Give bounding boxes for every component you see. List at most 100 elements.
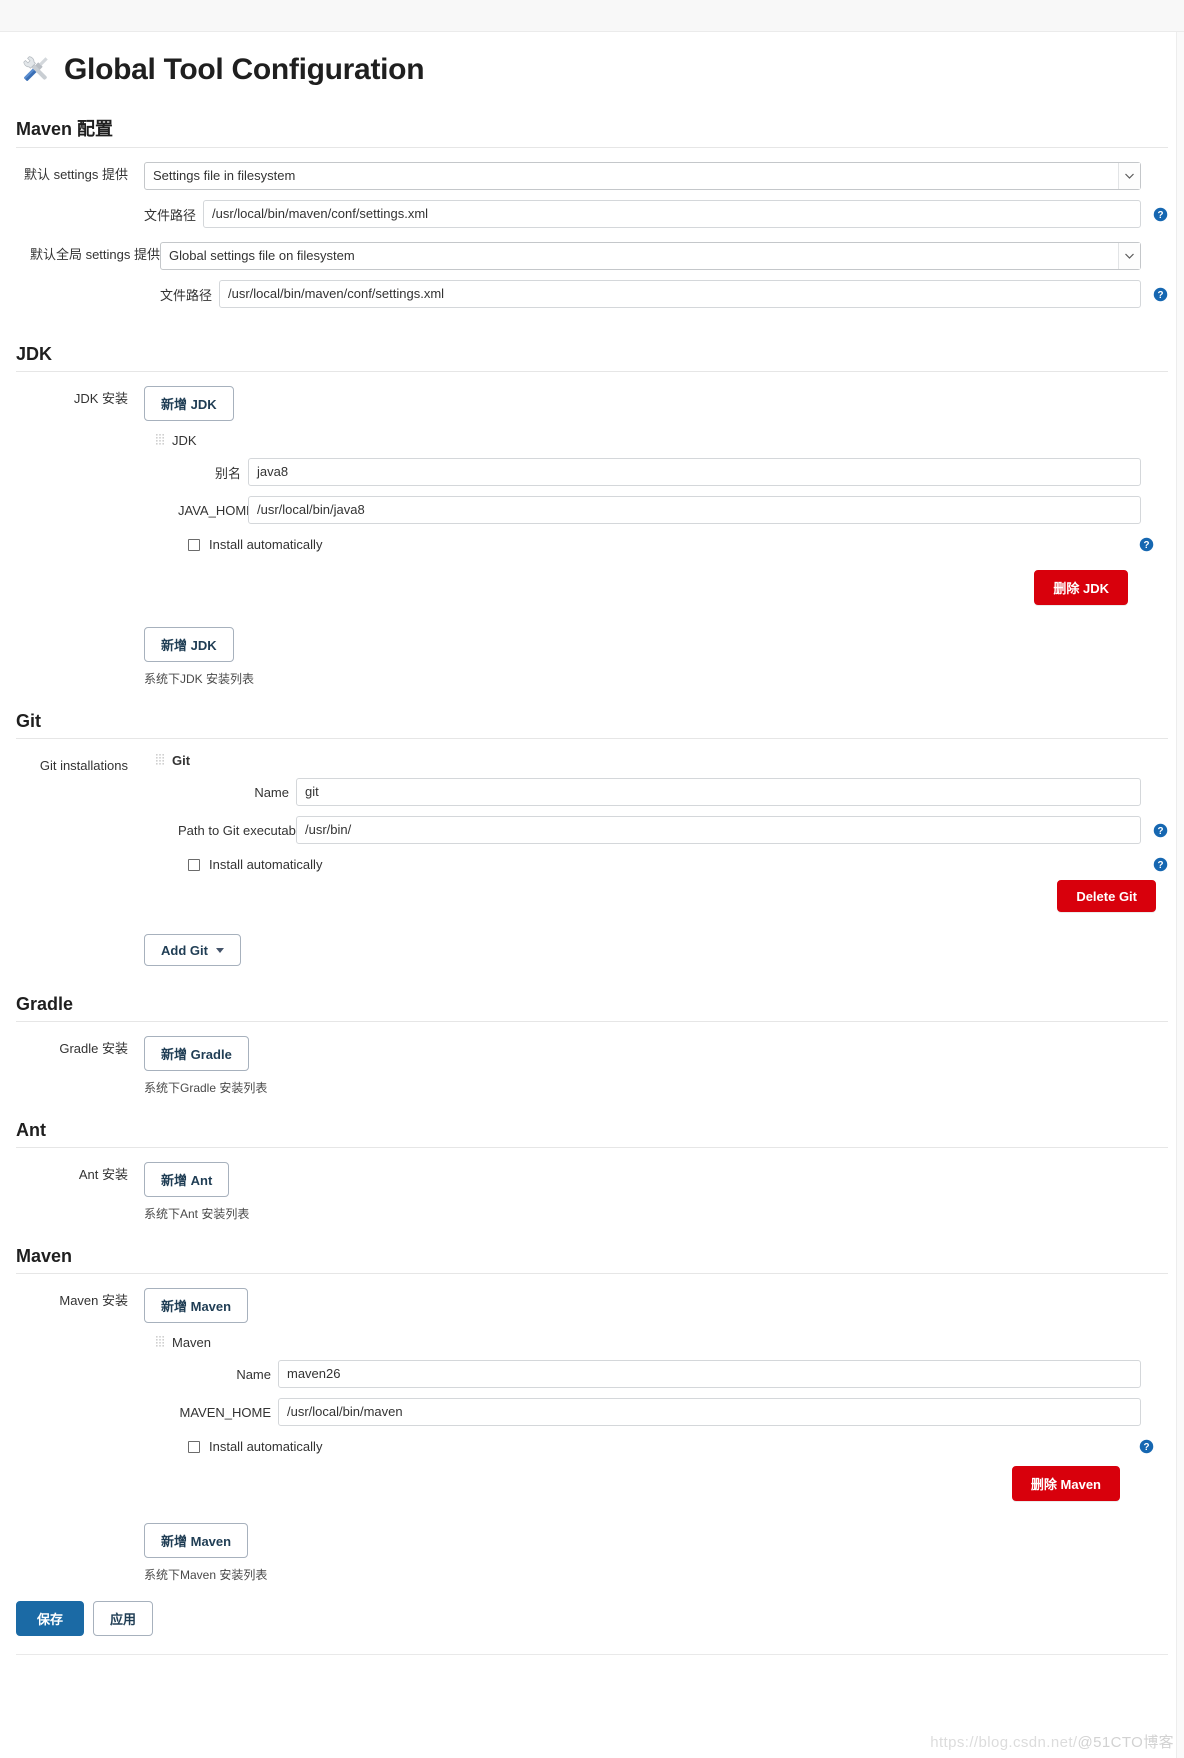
delete-jdk-button[interactable]: 删除 JDK bbox=[1034, 570, 1128, 605]
footer-divider bbox=[16, 1654, 1168, 1655]
git-section-title: Git bbox=[16, 711, 1168, 739]
maven-installation-heading: Maven bbox=[172, 1335, 212, 1350]
maven-install-automatically-checkbox[interactable] bbox=[188, 1440, 200, 1453]
maven-install-automatically-row: Install automatically ? bbox=[156, 1439, 1168, 1454]
git-path-label: Path to Git executable bbox=[178, 822, 306, 838]
jdk-name-label: 别名 bbox=[214, 465, 241, 481]
jdk-name-input[interactable]: java8 bbox=[248, 458, 1141, 486]
watermark-url: https://blog.csdn.net/ bbox=[930, 1734, 1078, 1751]
global-settings-select[interactable]: Global settings file on filesystem bbox=[160, 242, 1141, 270]
git-installation-heading: Git bbox=[172, 753, 191, 768]
add-gradle-button[interactable]: 新增 Gradle bbox=[144, 1036, 249, 1071]
default-settings-file-path-input[interactable]: /usr/local/bin/maven/conf/settings.xml bbox=[203, 200, 1141, 228]
maven-installations-label: Maven 安装 bbox=[59, 1293, 128, 1308]
maven-section-title: Maven bbox=[16, 1246, 1168, 1274]
drag-handle-icon[interactable] bbox=[156, 434, 165, 447]
apply-button[interactable]: 应用 bbox=[93, 1601, 154, 1636]
browser-top-bar bbox=[0, 0, 1184, 32]
add-maven-button-top[interactable]: 新增 Maven bbox=[144, 1288, 249, 1323]
gradle-installations-label: Gradle 安装 bbox=[59, 1041, 128, 1056]
global-settings-file-path-label: 文件路径 bbox=[160, 287, 213, 303]
delete-maven-button[interactable]: 删除 Maven bbox=[1011, 1466, 1120, 1501]
help-icon[interactable]: ? bbox=[1139, 1439, 1154, 1454]
git-path-line: Path to Git executable /usr/bin/ ? bbox=[156, 816, 1168, 844]
git-installations-row: Git installations Git Name git Path to G… bbox=[16, 753, 1168, 966]
tools-icon bbox=[16, 49, 56, 89]
help-icon[interactable]: ? bbox=[1153, 207, 1168, 222]
add-git-button-label: Add Git bbox=[161, 942, 208, 958]
chevron-down-icon[interactable] bbox=[1118, 243, 1140, 269]
save-button[interactable]: 保存 bbox=[16, 1601, 85, 1636]
jdk-install-automatically-label: Install automatically bbox=[209, 537, 323, 552]
ant-section: Ant Ant 安装 新增 Ant 系统下Ant 安装列表 bbox=[16, 1120, 1168, 1222]
svg-text:?: ? bbox=[1157, 289, 1163, 300]
jdk-section: JDK JDK 安装 新增 JDK JDK 别名 java8 JAVA_HOME… bbox=[16, 344, 1168, 687]
git-install-automatically-checkbox[interactable] bbox=[188, 858, 200, 871]
default-settings-row: 默认 settings 提供 Settings file in filesyst… bbox=[16, 162, 1168, 228]
git-installation-heading-row: Git bbox=[156, 753, 1168, 768]
add-git-button[interactable]: Add Git bbox=[144, 934, 241, 966]
jdk-home-label: JAVA_HOME bbox=[178, 502, 255, 518]
maven-installations-row: Maven 安装 新增 Maven Maven Name maven26 MAV… bbox=[16, 1288, 1168, 1583]
jdk-installation-block: JDK 别名 java8 JAVA_HOME /usr/local/bin/ja… bbox=[144, 433, 1168, 605]
git-delete-row: Delete Git bbox=[156, 880, 1168, 912]
maven-name-line: Name maven26 bbox=[156, 1360, 1168, 1388]
maven-home-label: MAVEN_HOME bbox=[179, 1404, 272, 1420]
chevron-down-icon bbox=[215, 947, 224, 953]
default-settings-file-path-label: 文件路径 bbox=[144, 207, 197, 223]
ant-installations-row: Ant 安装 新增 Ant 系统下Ant 安装列表 bbox=[16, 1162, 1168, 1222]
jdk-hint: 系统下JDK 安装列表 bbox=[144, 672, 255, 686]
jdk-delete-row: 删除 JDK bbox=[156, 570, 1168, 605]
default-settings-select[interactable]: Settings file in filesystem bbox=[144, 162, 1141, 190]
svg-text:?: ? bbox=[1143, 540, 1149, 551]
maven-hint: 系统下Maven 安装列表 bbox=[144, 1568, 268, 1582]
jdk-home-line: JAVA_HOME /usr/local/bin/java8 bbox=[156, 496, 1168, 524]
default-settings-label: 默认 settings 提供 bbox=[23, 167, 128, 182]
drag-handle-icon[interactable] bbox=[156, 1336, 165, 1349]
page-header: Global Tool Configuration bbox=[16, 32, 1168, 89]
gradle-section: Gradle Gradle 安装 新增 Gradle 系统下Gradle 安装列… bbox=[16, 994, 1168, 1096]
help-icon[interactable]: ? bbox=[1153, 823, 1168, 838]
default-settings-file-path-line: 文件路径 /usr/local/bin/maven/conf/settings.… bbox=[144, 200, 1168, 228]
drag-handle-icon[interactable] bbox=[156, 754, 165, 767]
maven-home-input[interactable]: /usr/local/bin/maven bbox=[278, 1398, 1141, 1426]
delete-git-button[interactable]: Delete Git bbox=[1057, 880, 1156, 912]
git-name-input[interactable]: git bbox=[296, 778, 1141, 806]
gradle-installations-row: Gradle 安装 新增 Gradle 系统下Gradle 安装列表 bbox=[16, 1036, 1168, 1096]
jdk-home-input[interactable]: /usr/local/bin/java8 bbox=[248, 496, 1141, 524]
global-settings-row: 默认全局 settings 提供 Global settings file on… bbox=[16, 242, 1168, 308]
add-ant-button[interactable]: 新增 Ant bbox=[144, 1162, 230, 1197]
help-icon[interactable]: ? bbox=[1153, 857, 1168, 872]
svg-text:?: ? bbox=[1157, 825, 1163, 836]
maven-installation-heading-row: Maven bbox=[156, 1335, 1168, 1350]
git-installation-block: Git Name git Path to Git executable /usr… bbox=[144, 753, 1168, 912]
ant-hint: 系统下Ant 安装列表 bbox=[144, 1207, 250, 1221]
jdk-installations-row: JDK 安装 新增 JDK JDK 别名 java8 JAVA_HOME /us… bbox=[16, 386, 1168, 687]
svg-text:?: ? bbox=[1143, 1442, 1149, 1453]
jdk-installations-label: JDK 安装 bbox=[73, 391, 128, 406]
add-maven-button-bottom[interactable]: 新增 Maven bbox=[144, 1523, 249, 1558]
help-icon[interactable]: ? bbox=[1139, 537, 1154, 552]
help-icon[interactable]: ? bbox=[1153, 287, 1168, 302]
chevron-down-icon[interactable] bbox=[1118, 163, 1140, 189]
ant-installations-label: Ant 安装 bbox=[78, 1167, 128, 1182]
gradle-hint: 系统下Gradle 安装列表 bbox=[144, 1081, 268, 1095]
maven-installation-block: Maven Name maven26 MAVEN_HOME /usr/local… bbox=[144, 1335, 1168, 1501]
maven-config-section-title: Maven 配置 bbox=[16, 115, 1168, 148]
git-path-input[interactable]: /usr/bin/ bbox=[296, 816, 1141, 844]
jdk-install-automatically-checkbox[interactable] bbox=[188, 538, 200, 551]
jdk-install-automatically-row: Install automatically ? bbox=[156, 537, 1168, 552]
add-jdk-button-top[interactable]: 新增 JDK bbox=[144, 386, 234, 421]
global-settings-file-path-line: 文件路径 /usr/local/bin/maven/conf/settings.… bbox=[160, 280, 1168, 308]
add-jdk-button-bottom[interactable]: 新增 JDK bbox=[144, 627, 234, 662]
jdk-name-line: 别名 java8 bbox=[156, 458, 1168, 486]
git-name-label: Name bbox=[254, 784, 289, 800]
watermark-tag: @51CTO博客 bbox=[1077, 1734, 1174, 1751]
jdk-installation-heading-row: JDK bbox=[156, 433, 1168, 448]
jdk-installation-heading: JDK bbox=[172, 433, 197, 448]
global-tool-configuration-page: Global Tool Configuration Maven 配置 默认 se… bbox=[0, 32, 1184, 1655]
watermark: https://blog.csdn.net/@51CTO博客 bbox=[930, 1731, 1174, 1752]
global-settings-file-path-input[interactable]: /usr/local/bin/maven/conf/settings.xml bbox=[219, 280, 1141, 308]
git-install-automatically-label: Install automatically bbox=[209, 857, 323, 872]
maven-name-input[interactable]: maven26 bbox=[278, 1360, 1141, 1388]
